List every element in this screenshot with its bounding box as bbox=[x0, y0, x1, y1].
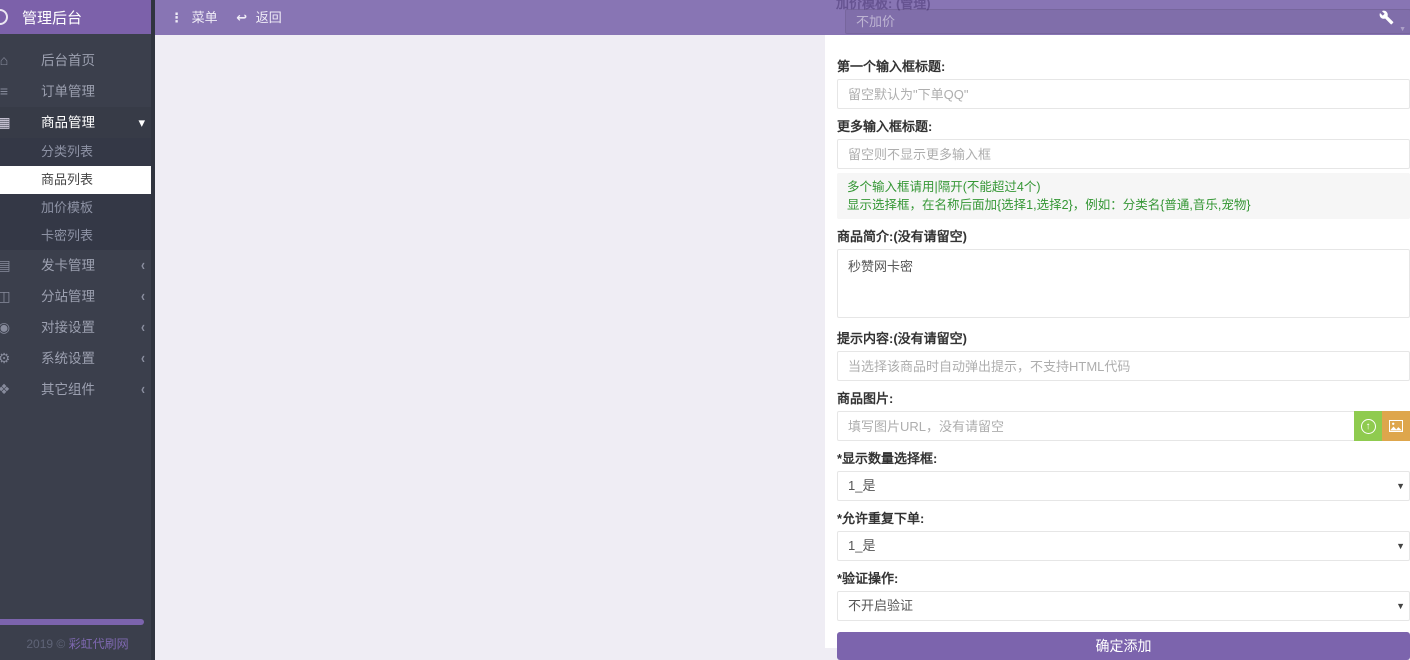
field-group-tip-content: 提示内容:(没有请留空) bbox=[837, 328, 1410, 381]
sidebar-item-label: 订单管理 bbox=[41, 84, 95, 99]
accent-bar bbox=[0, 619, 144, 625]
select-value: 1_是 bbox=[848, 538, 875, 553]
verify-action-select[interactable]: 不开启验证 ▼ bbox=[837, 591, 1410, 621]
menu-button[interactable]: ⋮ 菜单 bbox=[170, 0, 218, 35]
menu-dots-icon: ⋮ bbox=[170, 10, 183, 25]
product-intro-textarea[interactable]: 秒赞网卡密 bbox=[837, 249, 1410, 318]
sidebar-item-card-selling[interactable]: ▤ 发卡管理 ‹ bbox=[0, 250, 155, 281]
upload-icon: ↑ bbox=[1361, 419, 1376, 434]
sidebar-item-system-settings[interactable]: ⚙ 系统设置 ‹ bbox=[0, 343, 155, 374]
select-caret-icon: ▼ bbox=[1396, 592, 1405, 620]
submenu-item-product-list[interactable]: 商品列表 bbox=[0, 166, 151, 194]
sidebar-footer: 2019 © 彩虹代刷网 bbox=[0, 619, 155, 652]
sidebar-nav: ⌂ 后台首页 ≡ 订单管理 ▦ 商品管理 ▾ 分类列表 商品列表 加价模板 卡密… bbox=[0, 34, 155, 405]
field-label: 商品图片: bbox=[837, 388, 1410, 407]
components-icon: ❖ bbox=[0, 374, 14, 405]
copyright-year: 2019 © bbox=[26, 637, 68, 651]
field-group-product-image: 商品图片: ↑ bbox=[837, 388, 1410, 441]
sidebar-item-label: 对接设置 bbox=[41, 320, 95, 335]
select-caret-icon: ▼ bbox=[1399, 18, 1406, 41]
submenu-item-category-list[interactable]: 分类列表 bbox=[0, 138, 155, 166]
note-line-1: 多个输入框请用|隔开(不能超过4个) bbox=[847, 178, 1400, 196]
quantity-box-select[interactable]: 1_是 ▼ bbox=[837, 471, 1410, 501]
sidebar-item-label: 发卡管理 bbox=[41, 258, 95, 273]
sidebar-item-other-components[interactable]: ❖ 其它组件 ‹ bbox=[0, 374, 155, 405]
topbar: ⋮ 菜单 ↩ 返回 加价模板: (管理) 不加价 ▼ bbox=[155, 0, 1410, 35]
sidebar-item-api-settings[interactable]: ◉ 对接设置 ‹ bbox=[0, 312, 155, 343]
add-product-form: 第一个输入框标题: 更多输入框标题: 多个输入框请用|隔开(不能超过4个) 显示… bbox=[825, 35, 1410, 648]
field-group-quantity-box: *显示数量选择框: 1_是 ▼ bbox=[837, 448, 1410, 501]
field-label: *显示数量选择框: bbox=[837, 448, 1410, 467]
field-group-verify-action: *验证操作: 不开启验证 ▼ bbox=[837, 568, 1410, 621]
sidebar-item-label: 系统设置 bbox=[41, 351, 95, 366]
sidebar-item-goods[interactable]: ▦ 商品管理 ▾ bbox=[0, 107, 155, 138]
field-group-product-intro: 商品简介:(没有请留空) 秒赞网卡密 bbox=[837, 226, 1410, 321]
back-arrow-icon: ↩ bbox=[236, 10, 247, 25]
cards-icon: ▤ bbox=[0, 250, 14, 281]
field-label: 提示内容:(没有请留空) bbox=[837, 328, 1410, 347]
chevron-down-icon: ▾ bbox=[138, 107, 145, 138]
copyright: 2019 © 彩虹代刷网 bbox=[0, 635, 155, 652]
upload-image-button[interactable]: ↑ bbox=[1354, 411, 1382, 441]
field-group-more-input-title: 更多输入框标题: 多个输入框请用|隔开(不能超过4个) 显示选择框，在名称后面加… bbox=[837, 116, 1410, 219]
home-icon: ⌂ bbox=[0, 45, 14, 76]
submenu-item-card-list[interactable]: 卡密列表 bbox=[0, 222, 155, 250]
image-icon bbox=[1389, 420, 1403, 432]
chevron-left-icon: ‹ bbox=[141, 369, 145, 409]
product-image-url-field[interactable] bbox=[837, 411, 1410, 441]
markup-template-value: 不加价 bbox=[856, 14, 895, 29]
field-label: *允许重复下单: bbox=[837, 508, 1410, 527]
sidebar-item-dashboard[interactable]: ⌂ 后台首页 bbox=[0, 45, 155, 76]
select-value: 不开启验证 bbox=[848, 598, 913, 613]
sidebar-item-label: 商品管理 bbox=[41, 115, 95, 130]
confirm-add-button[interactable]: 确定添加 bbox=[837, 632, 1410, 660]
submenu-item-markup-template[interactable]: 加价模板 bbox=[0, 194, 155, 222]
back-button[interactable]: ↩ 返回 bbox=[236, 0, 282, 35]
app-logo-icon bbox=[0, 9, 8, 25]
field-label: 第一个输入框标题: bbox=[837, 56, 1410, 75]
input-help-note: 多个输入框请用|隔开(不能超过4个) 显示选择框，在名称后面加{选择1,选择2}… bbox=[837, 173, 1410, 219]
tip-content-field[interactable] bbox=[837, 351, 1410, 381]
sidebar-item-label: 后台首页 bbox=[41, 53, 95, 68]
sidebar-item-label: 分站管理 bbox=[41, 289, 95, 304]
site-link[interactable]: 彩虹代刷网 bbox=[69, 637, 129, 651]
field-group-first-input-title: 第一个输入框标题: bbox=[837, 56, 1410, 109]
goods-icon: ▦ bbox=[0, 107, 14, 138]
app-header: 管理后台 bbox=[0, 0, 155, 34]
back-label: 返回 bbox=[256, 10, 282, 25]
select-caret-icon: ▼ bbox=[1396, 472, 1405, 500]
first-input-title-field[interactable] bbox=[837, 79, 1410, 109]
field-label: 商品简介:(没有请留空) bbox=[837, 226, 1410, 245]
markup-template-select[interactable]: 不加价 ▼ bbox=[845, 9, 1410, 34]
field-label: *验证操作: bbox=[837, 568, 1410, 587]
subsites-icon: ◫ bbox=[0, 281, 14, 312]
menu-label: 菜单 bbox=[192, 10, 218, 25]
wrench-icon[interactable] bbox=[1379, 10, 1394, 25]
sidebar: 管理后台 ⌂ 后台首页 ≡ 订单管理 ▦ 商品管理 ▾ 分类列表 商品列表 加价… bbox=[0, 0, 155, 660]
select-value: 1_是 bbox=[848, 478, 875, 493]
orders-icon: ≡ bbox=[0, 76, 14, 107]
more-input-title-field[interactable] bbox=[837, 139, 1410, 169]
sidebar-item-orders[interactable]: ≡ 订单管理 bbox=[0, 76, 155, 107]
select-caret-icon: ▼ bbox=[1396, 532, 1405, 560]
note-line-2: 显示选择框，在名称后面加{选择1,选择2}，例如：分类名{普通,音乐,宠物} bbox=[847, 196, 1400, 214]
repeat-order-select[interactable]: 1_是 ▼ bbox=[837, 531, 1410, 561]
link-icon: ◉ bbox=[0, 312, 14, 343]
sidebar-item-label: 其它组件 bbox=[41, 382, 95, 397]
image-library-button[interactable] bbox=[1382, 411, 1410, 441]
gear-icon: ⚙ bbox=[0, 343, 14, 374]
field-label: 更多输入框标题: bbox=[837, 116, 1410, 135]
sidebar-item-subsites[interactable]: ◫ 分站管理 ‹ bbox=[0, 281, 155, 312]
field-group-repeat-order: *允许重复下单: 1_是 ▼ bbox=[837, 508, 1410, 561]
app-title: 管理后台 bbox=[22, 7, 82, 28]
goods-submenu: 分类列表 商品列表 加价模板 卡密列表 bbox=[0, 138, 155, 250]
